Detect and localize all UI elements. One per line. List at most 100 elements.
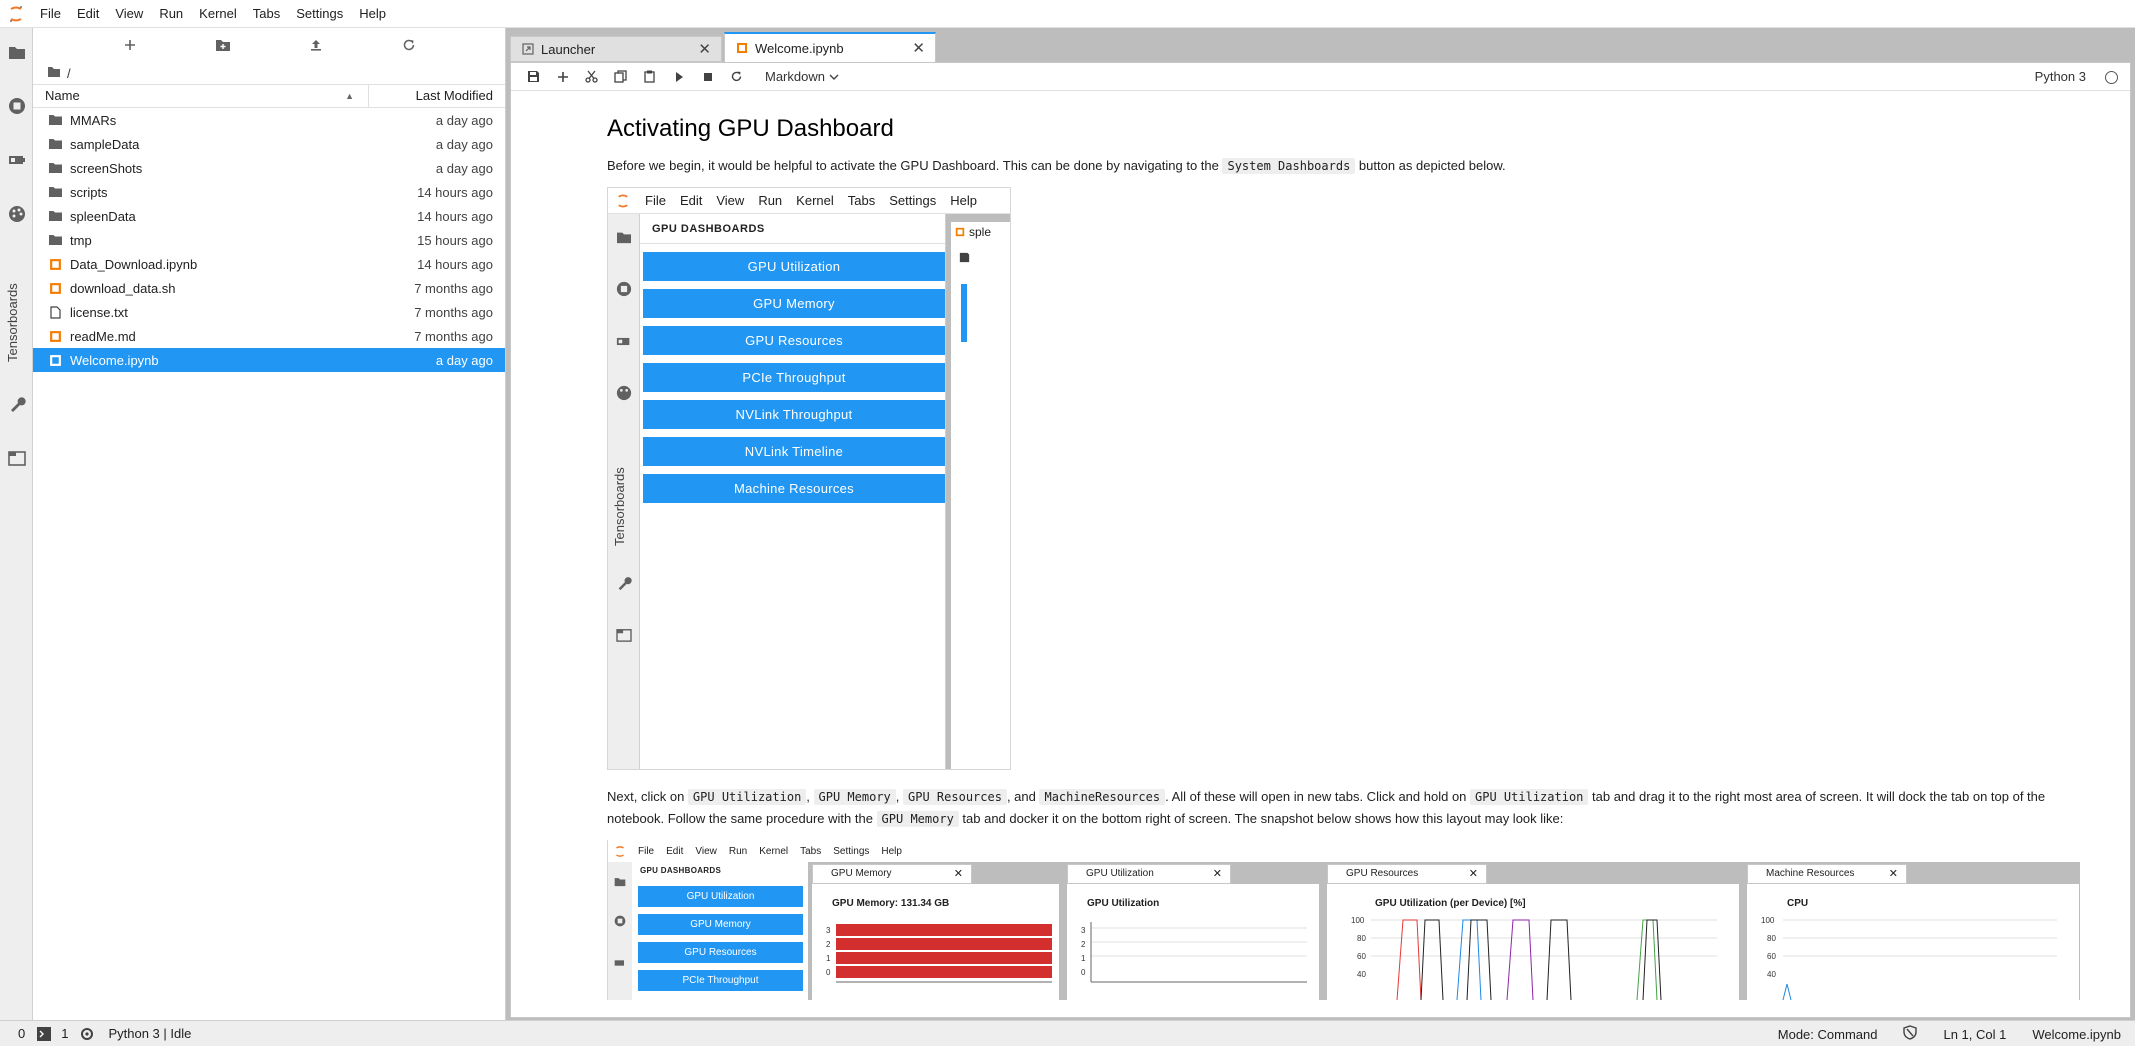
screenshot-activity-bar: Tensorboards <box>608 214 640 769</box>
screenshot-menu-item: Run <box>728 845 748 857</box>
dashboard-layout-screenshot: File Edit View Run Kernel Tabs Settings … <box>607 840 2080 1000</box>
file-list-item[interactable]: scripts 14 hours ago <box>33 180 505 204</box>
terminal-icon[interactable] <box>37 1026 52 1041</box>
tab-launcher[interactable]: Launcher ✕ <box>510 36 722 62</box>
dashboard-button: GPU Memory <box>638 914 803 935</box>
file-modified: 14 hours ago <box>417 208 493 224</box>
notebook-mode[interactable]: Mode: Command <box>1778 1027 1878 1042</box>
file-modified: 7 months ago <box>414 328 493 344</box>
paragraph-text: . All of these will open in new tabs. Cl… <box>1165 789 1471 804</box>
paragraph-text: Before we begin, it would be helpful to … <box>607 158 1223 173</box>
cut-icon[interactable] <box>577 65 606 89</box>
menu-view[interactable]: View <box>107 0 151 28</box>
pane-body: GPU Memory: 131.34 GB 3 2 1 0 <box>812 884 1059 1000</box>
stop-icon[interactable] <box>693 65 722 89</box>
menu-edit[interactable]: Edit <box>69 0 107 28</box>
y-tick: 100 <box>1351 916 1365 925</box>
gpu-utilization-pane: GPU Utilization ✕ GPU Utilization 3 2 1 0 <box>1063 862 1323 1000</box>
tab-welcome-notebook[interactable]: Welcome.ipynb ✕ <box>724 32 936 62</box>
name-column-header[interactable]: Name ▲ <box>33 85 369 107</box>
refresh-button[interactable] <box>397 33 421 57</box>
kernel-status[interactable]: Python 3 | Idle <box>108 1026 191 1041</box>
dashboard-button: GPU Resources <box>638 942 803 963</box>
dashboard-button: NVLink Throughput <box>643 400 945 429</box>
folder-icon <box>47 112 63 128</box>
file-list-item[interactable]: download_data.sh 7 months ago <box>33 276 505 300</box>
restart-icon[interactable] <box>722 65 751 89</box>
upload-button[interactable] <box>304 33 328 57</box>
y-tick: 60 <box>1357 952 1366 961</box>
save-icon[interactable] <box>519 65 548 89</box>
menu-kernel[interactable]: Kernel <box>191 0 245 28</box>
screenshot-menu-item: Help <box>881 845 902 857</box>
pane-tab: GPU Resources ✕ <box>1327 864 1487 884</box>
screenshot-gpu-dashboards-panel: GPU DASHBOARDS GPU Utilization GPU Memory… <box>632 862 832 1000</box>
file-list-item[interactable]: sampleData a day ago <box>33 132 505 156</box>
menu-run[interactable]: Run <box>151 0 191 28</box>
close-icon[interactable]: ✕ <box>912 39 925 57</box>
folder-icon[interactable] <box>0 34 33 70</box>
menu-settings[interactable]: Settings <box>288 0 351 28</box>
pane-tab-label: Machine Resources <box>1766 868 1855 879</box>
cell-type-dropdown[interactable]: Markdown <box>765 69 839 84</box>
file-modified: 7 months ago <box>414 304 493 320</box>
file-modified: 14 hours ago <box>417 184 493 200</box>
file-list-item[interactable]: Welcome.ipynb a day ago <box>33 348 505 372</box>
file-list-item[interactable]: MMARs a day ago <box>33 108 505 132</box>
menu-help[interactable]: Help <box>351 0 394 28</box>
running-count[interactable]: 0 <box>18 1026 25 1041</box>
file-list-item[interactable]: license.txt 7 months ago <box>33 300 505 324</box>
wrench-icon[interactable] <box>0 386 33 422</box>
y-tick: 2 <box>826 940 831 949</box>
running-icon[interactable] <box>0 88 33 124</box>
palette-icon <box>608 376 640 410</box>
screenshot-menu-bar: File Edit View Run Kernel Tabs Settings … <box>608 188 1010 214</box>
kernel-name[interactable]: Python 3 <box>2035 69 2086 84</box>
file-modified: a day ago <box>435 352 493 368</box>
insert-cell-icon[interactable] <box>548 65 577 89</box>
gpu-dashboard-icon <box>608 324 640 358</box>
new-folder-button[interactable] <box>211 33 235 57</box>
tensorboards-tab[interactable]: Tensorboards <box>5 278 27 368</box>
tab-label: Welcome.ipynb <box>755 40 844 56</box>
screenshot-tab-label: sple <box>969 225 992 239</box>
new-launcher-button[interactable] <box>118 33 142 57</box>
folder-icon <box>47 232 63 248</box>
palette-icon[interactable] <box>0 196 33 232</box>
tabs-icon[interactable] <box>0 440 33 476</box>
screenshot-menu-item: Settings <box>833 845 870 857</box>
paragraph-text: button as depicted below. <box>1355 158 1506 173</box>
folder-icon <box>47 208 63 224</box>
close-icon[interactable]: ✕ <box>698 40 711 58</box>
tensorboards-label: Tensorboards <box>612 467 627 547</box>
copy-icon[interactable] <box>606 65 635 89</box>
file-list-item[interactable]: tmp 15 hours ago <box>33 228 505 252</box>
left-activity-bar: Tensorboards <box>0 28 33 1020</box>
menu-file[interactable]: File <box>32 0 69 28</box>
y-tick: 40 <box>1767 970 1776 979</box>
folder-icon[interactable] <box>47 66 61 81</box>
run-icon[interactable] <box>664 65 693 89</box>
file-modified: a day ago <box>435 112 493 128</box>
notebook-icon <box>47 280 63 296</box>
cursor-position[interactable]: Ln 1, Col 1 <box>1943 1027 2006 1042</box>
file-list-item[interactable]: readMe.md 7 months ago <box>33 324 505 348</box>
file-list-item[interactable]: screenShots a day ago <box>33 156 505 180</box>
trusted-shield-icon[interactable] <box>1903 1025 1918 1043</box>
notebook-icon <box>47 256 63 272</box>
kernel-settings-icon[interactable] <box>80 1027 94 1041</box>
file-modified: 7 months ago <box>414 280 493 296</box>
memory-bar <box>836 938 1052 950</box>
gpu-dashboard-icon[interactable] <box>0 142 33 178</box>
menu-tabs[interactable]: Tabs <box>245 0 288 28</box>
document-tab-bar: Launcher ✕ Welcome.ipynb ✕ <box>510 32 2131 62</box>
paste-icon[interactable] <box>635 65 664 89</box>
y-tick: 80 <box>1357 934 1366 943</box>
terminal-count[interactable]: 1 <box>61 1026 68 1041</box>
dashboard-button: PCIe Throughput <box>638 970 803 991</box>
breadcrumb-root[interactable]: / <box>67 66 71 81</box>
file-list-item[interactable]: spleenData 14 hours ago <box>33 204 505 228</box>
close-icon: ✕ <box>953 868 963 880</box>
file-list-item[interactable]: Data_Download.ipynb 14 hours ago <box>33 252 505 276</box>
last-modified-column-header[interactable]: Last Modified <box>369 85 505 107</box>
